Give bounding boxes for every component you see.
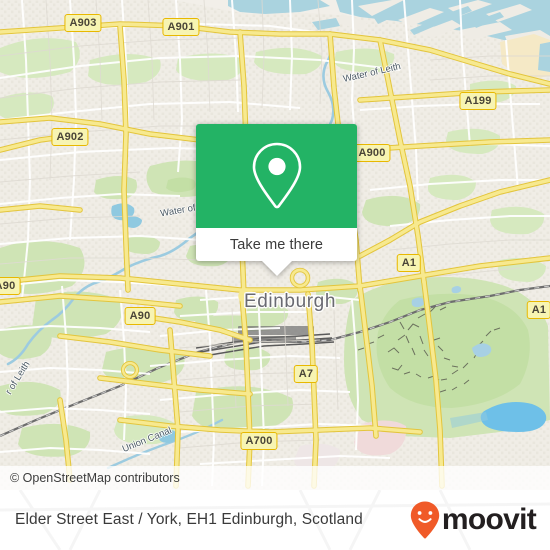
- popup-tail-pointer: [261, 261, 292, 276]
- road-shield: A903: [64, 14, 102, 32]
- moovit-pin-icon: [410, 501, 440, 539]
- moovit-wordmark: moovit: [441, 503, 537, 536]
- take-me-there-label: Take me there: [229, 236, 324, 253]
- location-title: Elder Street East / York, EH1 Edinburgh,…: [15, 511, 363, 528]
- road-shield: A199: [459, 92, 497, 110]
- popup-header: [196, 124, 357, 228]
- moovit-logo[interactable]: moovit: [409, 500, 550, 540]
- map-attribution-bar: © OpenStreetMap contributors: [0, 466, 550, 490]
- road-shield: A901: [162, 18, 200, 36]
- road-shield: A90: [0, 277, 21, 295]
- map-screenshot-root: A903A901A199A902A900A1A1A90A90A7A700 Wat…: [0, 0, 550, 550]
- map-pin-icon: [252, 142, 301, 209]
- attribution-text[interactable]: © OpenStreetMap contributors: [0, 471, 180, 485]
- road-shield: A90: [124, 307, 156, 325]
- destination-popup-card[interactable]: Take me there: [196, 124, 357, 276]
- map-canvas[interactable]: A903A901A199A902A900A1A1A90A90A7A700 Wat…: [0, 0, 550, 490]
- road-shield: A700: [240, 432, 278, 450]
- road-shield: A1: [526, 301, 550, 319]
- road-shield: A7: [293, 365, 319, 383]
- road-shield: A902: [51, 128, 89, 146]
- road-shield: A1: [396, 254, 422, 272]
- popup-footer[interactable]: Take me there: [196, 228, 357, 276]
- road-shield: A900: [353, 144, 391, 162]
- footer-bar: Elder Street East / York, EH1 Edinburgh,…: [0, 490, 550, 550]
